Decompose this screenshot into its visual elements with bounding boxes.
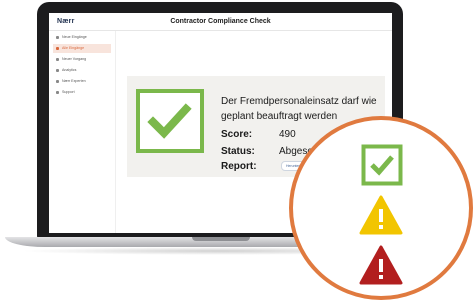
sidebar-item-neuer-vorgang[interactable]: Neuer Vorgang bbox=[53, 55, 111, 64]
warning-icon bbox=[359, 195, 403, 235]
sidebar-item-label: Neuer Vorgang bbox=[62, 57, 87, 61]
inbox-icon bbox=[56, 47, 59, 50]
plus-icon bbox=[56, 58, 59, 61]
sidebar-item-label: Alle Eingänge bbox=[62, 46, 85, 50]
check-icon bbox=[361, 144, 403, 186]
report-label: Report: bbox=[221, 161, 257, 172]
sidebar-item-support[interactable]: Support bbox=[53, 88, 111, 97]
danger-icon bbox=[359, 245, 403, 285]
sidebar: Neue Eingänge Alle Eingänge Neuer Vorgan… bbox=[49, 31, 116, 233]
sidebar-item-label: Analytics bbox=[62, 68, 77, 72]
sidebar-item-analytics[interactable]: Analytics bbox=[53, 66, 111, 75]
sidebar-item-alle-eingaenge[interactable]: Alle Eingänge bbox=[53, 44, 111, 53]
people-icon bbox=[56, 80, 59, 83]
sidebar-item-label: Nærr Experten bbox=[62, 79, 86, 83]
score-label: Score: bbox=[221, 129, 253, 140]
page-title: Contractor Compliance Check bbox=[170, 18, 271, 25]
app-header: Nærr Contractor Compliance Check bbox=[49, 13, 392, 31]
help-icon bbox=[56, 91, 59, 94]
sidebar-item-neue-eingaenge[interactable]: Neue Eingänge bbox=[53, 33, 111, 42]
laptop-notch bbox=[192, 237, 250, 241]
check-icon bbox=[136, 89, 204, 153]
sidebar-item-experten[interactable]: Nærr Experten bbox=[53, 77, 111, 86]
score-row: Score: 490 bbox=[221, 129, 296, 140]
sidebar-item-label: Neue Eingänge bbox=[62, 35, 87, 39]
status-label: Status: bbox=[221, 146, 255, 157]
chart-icon bbox=[56, 69, 59, 72]
sidebar-item-label: Support bbox=[62, 90, 75, 94]
status-legend-callout bbox=[289, 116, 473, 300]
mail-icon bbox=[56, 36, 59, 39]
score-value: 490 bbox=[279, 129, 296, 140]
